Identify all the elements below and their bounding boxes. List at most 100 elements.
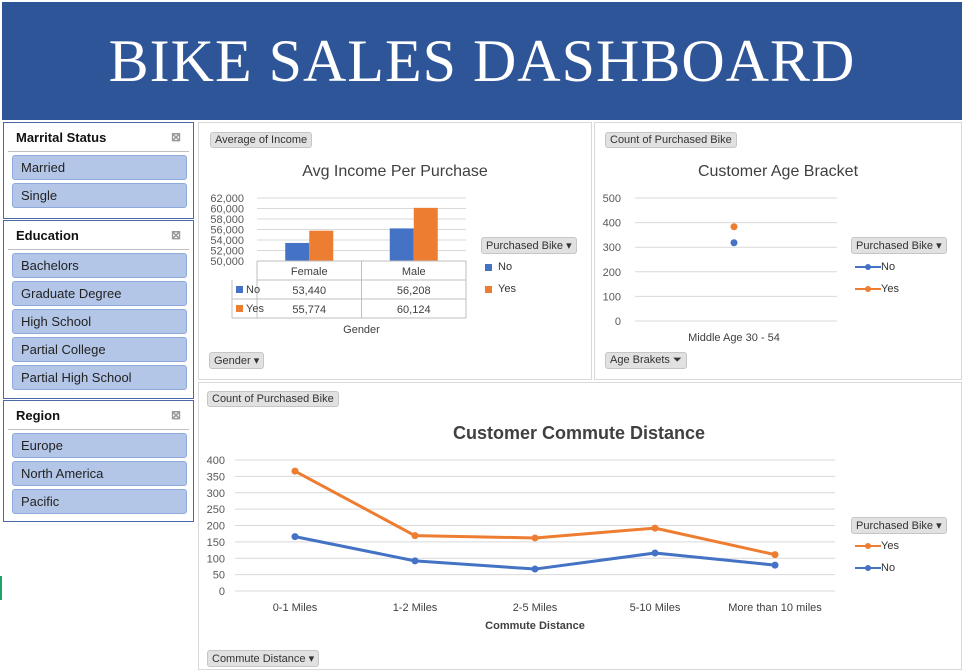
x-tick-label: 1-2 Miles (393, 602, 438, 614)
point-yes (531, 534, 539, 542)
y-tick-label: 250 (207, 504, 225, 516)
y-tick-label: 0 (219, 586, 225, 598)
point-yes (771, 551, 779, 559)
slicer-item-high-school[interactable]: High School (12, 309, 187, 334)
sheet-edge-marker (0, 576, 2, 600)
x-tick-label: More than 10 miles (728, 602, 822, 614)
y-tick-label: 350 (207, 471, 225, 483)
x-tick-label: 5-10 Miles (630, 602, 681, 614)
age-chart-panel[interactable]: Count of Purchased Bike Customer Age Bra… (594, 122, 962, 380)
point-no (531, 565, 539, 573)
slicer-item-partial-high-school[interactable]: Partial High School (12, 365, 187, 390)
legend-field-button[interactable]: Purchased Bike ▾ (481, 237, 577, 254)
axis-field-button[interactable]: Age Brakets ⏷ (605, 352, 687, 369)
income-chart-panel[interactable]: Average of Income Avg Income Per Purchas… (198, 122, 592, 380)
commute-chart-panel[interactable]: Count of Purchased Bike Customer Commute… (198, 382, 962, 670)
table-header: Female (291, 266, 328, 278)
point-yes (651, 524, 659, 532)
legend-item-no: No (485, 256, 516, 278)
y-tick-label: 400 (603, 218, 621, 230)
legend-line-marker (855, 543, 881, 549)
y-tick-label: 100 (207, 553, 225, 565)
table-row-label: No (246, 284, 260, 296)
dashboard-title: BIKE SALES DASHBOARD (108, 27, 856, 94)
commute-line-chart: 400 350 300 250 200 150 100 50 0 0-1 Miles 1-2 Mil… (207, 455, 835, 632)
point-no (411, 557, 419, 565)
legend-line-marker (855, 565, 881, 571)
slicer-item-pacific[interactable]: Pacific (12, 489, 187, 514)
slicer-region[interactable]: Region ⊠ Europe North America Pacific (3, 400, 194, 522)
x-tick-label: Middle Age 30 - 54 (688, 332, 780, 344)
filter-funnel-icon: ⏷ (672, 354, 682, 366)
y-tick-label: 50,000 (210, 256, 244, 268)
slicer-item-europe[interactable]: Europe (12, 433, 187, 458)
bar-yes-male (413, 207, 438, 261)
slicer-item-north-america[interactable]: North America (12, 461, 187, 486)
y-tick-label: 400 (207, 455, 225, 467)
clear-filter-icon[interactable]: ⊠ (171, 228, 181, 242)
value-field-button[interactable]: Average of Income (210, 132, 313, 148)
legend-item-yes: Yes (485, 278, 516, 300)
point-no (730, 239, 738, 247)
slicer-header: Marrital Status ⊠ (8, 123, 189, 152)
slicer-item-graduate-degree[interactable]: Graduate Degree (12, 281, 187, 306)
axis-field-label: Gender (214, 355, 251, 367)
legend-field-button[interactable]: Purchased Bike ▾ (851, 517, 947, 534)
clear-filter-icon[interactable]: ⊠ (171, 130, 181, 144)
axis-field-label: Commute Distance (212, 653, 306, 665)
age-scatter-chart: 500 400 300 200 100 0 Middle Age 30 - 54 (603, 193, 837, 344)
y-tick-label: 200 (207, 521, 225, 533)
legend: No Yes (485, 256, 516, 300)
legend-label: Yes (498, 283, 516, 295)
legend-item-yes: Yes (855, 535, 899, 557)
slicer-item-partial-college[interactable]: Partial College (12, 337, 187, 362)
legend-swatch (485, 285, 492, 293)
y-tick-label: 50 (213, 570, 225, 582)
clear-filter-icon[interactable]: ⊠ (171, 408, 181, 422)
point-yes (411, 532, 419, 540)
chart-title: Customer Commute Distance (452, 423, 706, 443)
bar-no-male (389, 228, 414, 261)
legend-line-marker (855, 286, 881, 292)
x-axis-title: Commute Distance (485, 620, 585, 632)
legend-label: Yes (881, 540, 899, 552)
x-tick-label: 2-5 Miles (513, 602, 558, 614)
legend-line-marker (855, 264, 881, 270)
y-tick-label: 500 (603, 193, 621, 205)
table-cell: 53,440 (292, 285, 326, 297)
slicer-header: Education ⊠ (8, 221, 189, 250)
legend-item-no: No (855, 256, 899, 278)
slicer-item-bachelors[interactable]: Bachelors (12, 253, 187, 278)
bar-yes-female (309, 230, 334, 261)
slicer-education[interactable]: Education ⊠ Bachelors Graduate Degree Hi… (3, 220, 194, 399)
legend-field-label: Purchased Bike (486, 240, 564, 252)
slicer-title: Region (16, 407, 61, 423)
legend-item-no: No (855, 557, 899, 579)
table-header: Male (402, 266, 426, 278)
value-field-button[interactable]: Count of Purchased Bike (207, 391, 339, 407)
chart-title: Avg Income Per Purchase (302, 163, 488, 180)
slicer-header: Region ⊠ (8, 401, 189, 430)
axis-field-button[interactable]: Commute Distance ▾ (207, 650, 320, 667)
point-yes (730, 223, 738, 231)
axis-field-label: Age Brakets (610, 354, 670, 366)
table-cell: 60,124 (397, 304, 431, 316)
legend-item-yes: Yes (855, 278, 899, 300)
point-yes (291, 467, 299, 475)
chart-title: Customer Age Bracket (697, 163, 859, 180)
point-no (651, 549, 659, 557)
x-tick-label: 0-1 Miles (273, 602, 318, 614)
value-field-button[interactable]: Count of Purchased Bike (605, 132, 737, 148)
slicer-item-married[interactable]: Married (12, 155, 187, 180)
slicer-marital-status[interactable]: Marrital Status ⊠ Married Single (3, 122, 194, 219)
y-tick-label: 150 (207, 537, 225, 549)
bar-no-female (285, 242, 310, 261)
y-tick-label: 200 (603, 267, 621, 279)
legend-field-button[interactable]: Purchased Bike ▾ (851, 237, 947, 254)
axis-field-button[interactable]: Gender ▾ (209, 352, 265, 369)
y-tick-label: 0 (615, 316, 621, 328)
x-axis-title: Gender (343, 324, 380, 336)
slicer-title: Education (16, 227, 79, 243)
slicer-item-single[interactable]: Single (12, 183, 187, 208)
y-tick-label: 300 (603, 242, 621, 254)
